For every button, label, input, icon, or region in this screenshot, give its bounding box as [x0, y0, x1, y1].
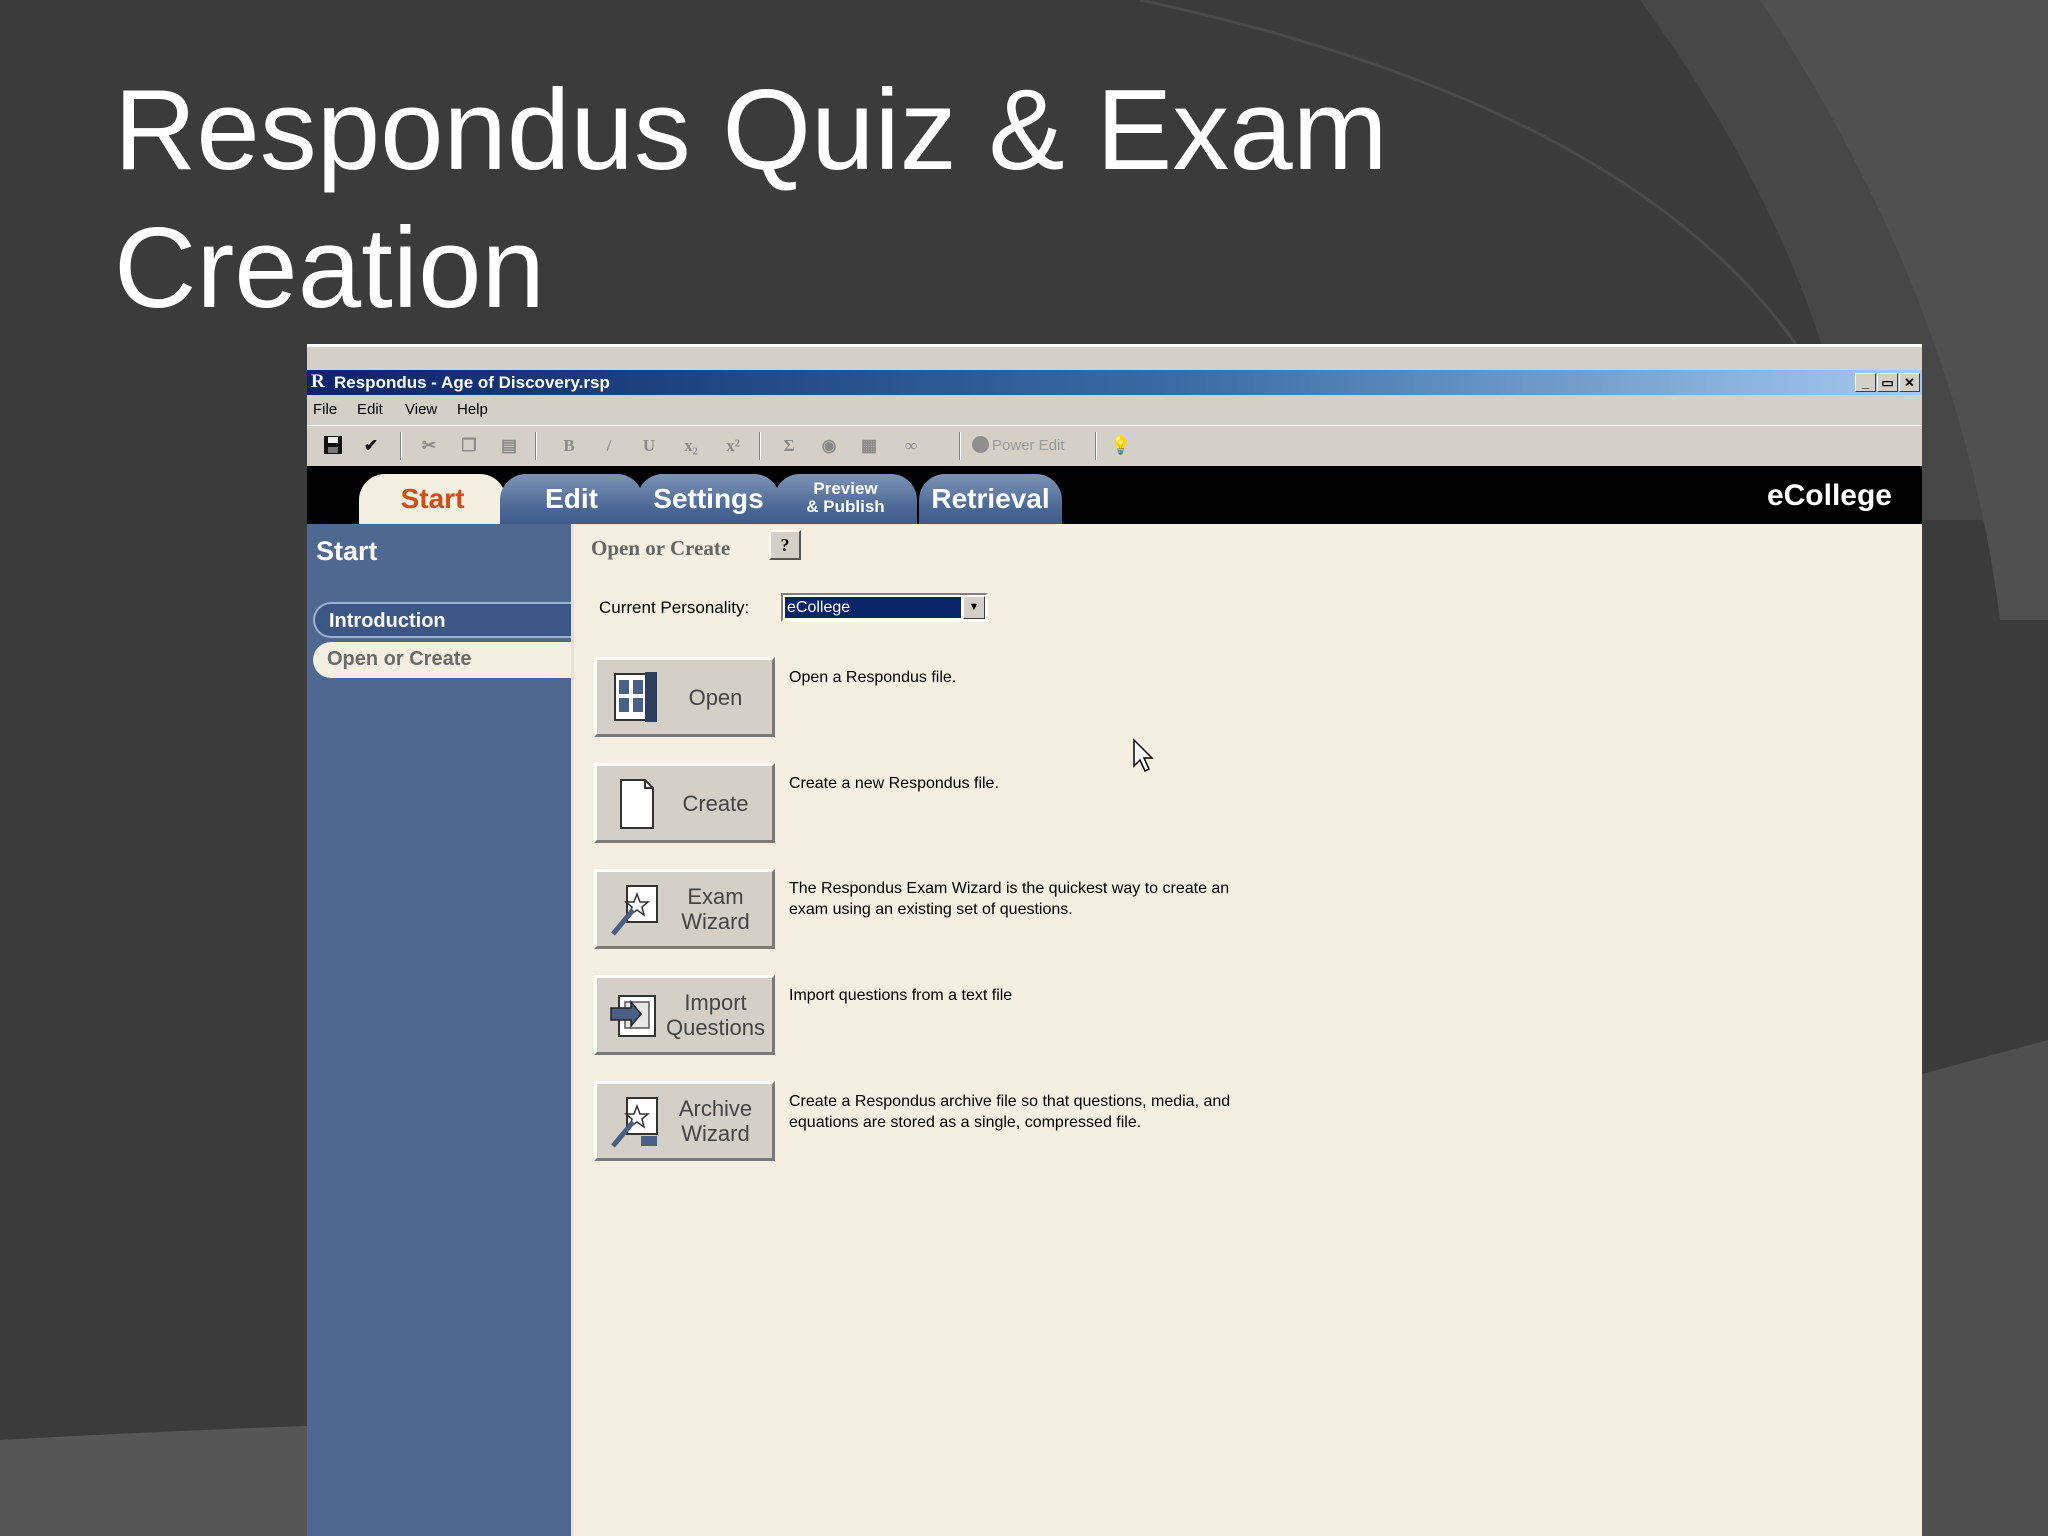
spellcheck-icon[interactable]: ✔ — [359, 434, 383, 458]
create-button[interactable]: Create — [594, 763, 775, 843]
tab-start[interactable]: Start — [359, 474, 506, 524]
tab-retrieval[interactable]: Retrieval — [919, 474, 1062, 524]
open-button[interactable]: Open — [594, 657, 775, 737]
archive-wizard-description: Create a Respondus archive file so that … — [789, 1093, 1231, 1131]
tab-preview-line2: & Publish — [806, 497, 885, 516]
toolbar-separator — [759, 432, 761, 460]
tab-settings[interactable]: Settings — [637, 474, 780, 524]
power-edit-button[interactable]: Power Edit — [972, 436, 1065, 454]
respondus-window: R Respondus - Age of Discovery.rsp _ ▭ ✕… — [307, 344, 1922, 1536]
create-description: Create a new Respondus file. — [789, 775, 999, 792]
toolbar-separator — [959, 432, 961, 460]
exam-wizard-label-line2: Wizard — [681, 909, 750, 934]
tab-preview-publish[interactable]: Preview & Publish — [774, 474, 917, 524]
create-button-label: Create — [682, 790, 749, 816]
import-label-line2: Questions — [665, 1015, 766, 1040]
mouse-cursor-icon — [1133, 738, 1154, 773]
archive-wizard-icon — [611, 1097, 658, 1148]
superscript-icon[interactable]: x² — [721, 434, 745, 458]
help-button[interactable]: ? — [769, 530, 801, 560]
tab-preview-line1: Preview — [813, 479, 878, 498]
sidebar-item-introduction[interactable]: Introduction — [313, 602, 571, 638]
menu-view[interactable]: View — [405, 401, 437, 418]
personality-select[interactable]: eCollege ▼ — [781, 593, 988, 622]
archive-label-line1: Archive — [678, 1096, 753, 1121]
import-questions-button[interactable]: Import Questions — [594, 975, 775, 1055]
menu-edit[interactable]: Edit — [357, 401, 383, 418]
import-icon — [610, 995, 656, 1037]
window-title: Respondus - Age of Discovery.rsp — [334, 373, 610, 392]
help-bulb-icon[interactable]: 💡 — [1109, 434, 1133, 458]
bold-icon[interactable]: B — [557, 434, 581, 458]
respondus-logo-icon: R — [311, 371, 325, 392]
menu-bar: File Edit View Help — [307, 395, 1922, 423]
sidebar: Start Introduction Open or Create — [307, 524, 571, 1536]
open-description: Open a Respondus file. — [789, 669, 957, 686]
toolbar-separator — [1095, 432, 1097, 460]
save-icon[interactable] — [321, 434, 345, 458]
tab-bar: Start Edit Settings Preview & Publish Re… — [307, 466, 1922, 524]
exam-wizard-button[interactable]: Exam Wizard — [594, 869, 775, 949]
sidebar-item-open-or-create[interactable]: Open or Create — [313, 642, 571, 678]
paste-icon[interactable]: ▤ — [497, 434, 521, 458]
power-edit-label: Power Edit — [992, 437, 1065, 454]
window-titlebar[interactable]: R Respondus - Age of Discovery.rsp _ ▭ ✕ — [307, 370, 1922, 395]
exam-wizard-description: The Respondus Exam Wizard is the quickes… — [789, 880, 1230, 918]
personality-value: eCollege — [785, 597, 961, 618]
subscript-icon[interactable]: x₂ — [679, 434, 703, 458]
underline-icon[interactable]: U — [637, 434, 661, 458]
new-file-icon — [620, 779, 654, 829]
toolbar-separator — [400, 432, 402, 460]
archive-wizard-label: Archive Wizard — [663, 1084, 768, 1158]
open-file-icon — [614, 672, 657, 722]
media-icon[interactable]: ◉ — [817, 434, 841, 458]
toolbar: ✔ ✂ ❐ ▤ B / U x₂ x² Σ ◉ ▦ ∞ Power Edit 💡 — [307, 425, 1922, 466]
table-icon[interactable]: ▦ — [857, 434, 881, 458]
tab-edit[interactable]: Edit — [500, 474, 643, 524]
main-panel: Open or Create ? Current Personality: eC… — [571, 524, 1922, 1536]
restore-button[interactable]: ▭ — [1877, 373, 1898, 392]
archive-wizard-button[interactable]: Archive Wizard — [594, 1081, 775, 1161]
menu-help[interactable]: Help — [457, 401, 488, 418]
exam-wizard-label: Exam Wizard — [663, 872, 768, 946]
personality-label: Current Personality: — [599, 598, 750, 617]
import-label-line1: Import — [684, 990, 747, 1015]
archive-label-line2: Wizard — [681, 1121, 750, 1146]
brand-label: eCollege — [1766, 479, 1892, 512]
exam-wizard-label-line1: Exam — [687, 884, 744, 909]
dropdown-arrow-icon[interactable]: ▼ — [963, 596, 985, 619]
import-questions-label: Import Questions — [663, 978, 768, 1052]
wizard-icon — [611, 885, 658, 936]
toolbar-separator — [535, 432, 537, 460]
import-questions-description: Import questions from a text file — [789, 987, 1013, 1004]
close-button[interactable]: ✕ — [1899, 373, 1920, 392]
sidebar-title: Start — [316, 536, 378, 566]
link-icon[interactable]: ∞ — [899, 434, 923, 458]
section-title: Open or Create — [591, 536, 731, 560]
open-button-label: Open — [688, 684, 743, 710]
minimize-button[interactable]: _ — [1855, 373, 1876, 392]
power-edit-icon — [972, 436, 989, 453]
copy-icon[interactable]: ❐ — [457, 434, 481, 458]
italic-icon[interactable]: / — [597, 434, 621, 458]
slide-title: Respondus Quiz & Exam Creation — [114, 67, 1388, 332]
equation-icon[interactable]: Σ — [777, 434, 801, 458]
cut-icon[interactable]: ✂ — [417, 434, 441, 458]
menu-file[interactable]: File — [313, 401, 337, 418]
